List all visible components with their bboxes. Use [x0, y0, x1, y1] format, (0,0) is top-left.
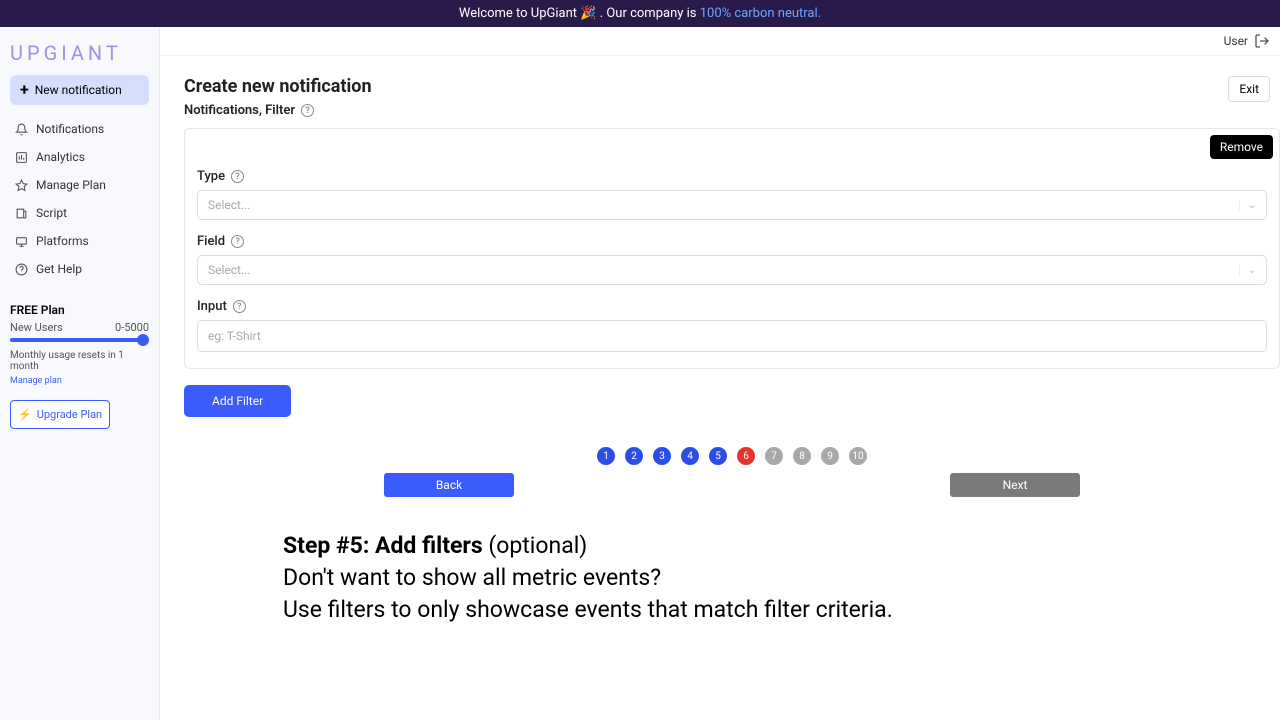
- star-icon: [14, 178, 28, 192]
- plan-metric-range: 0-5000: [115, 321, 149, 334]
- banner-text: Welcome to UpGiant 🎉 . Our company is: [459, 6, 700, 21]
- sidebar-item-label: Analytics: [36, 150, 85, 164]
- step-9[interactable]: 9: [821, 447, 839, 465]
- step-5[interactable]: 5: [709, 447, 727, 465]
- overlay-line2: Don't want to show all metric events?: [283, 562, 893, 594]
- chart-icon: [14, 150, 28, 164]
- subtitle-text: Notifications, Filter: [184, 103, 295, 118]
- plan-metric-label: New Users: [10, 321, 63, 334]
- step-10[interactable]: 10: [849, 447, 867, 465]
- type-label-text: Type: [197, 169, 225, 184]
- next-button[interactable]: Next: [950, 473, 1080, 497]
- exit-button[interactable]: Exit: [1228, 76, 1270, 102]
- user-label: User: [1224, 34, 1248, 48]
- bell-icon: [14, 122, 28, 136]
- help-circle-icon[interactable]: ?: [231, 170, 244, 183]
- plus-icon: +: [20, 82, 29, 98]
- sidebar-item-notifications[interactable]: Notifications: [10, 115, 149, 143]
- manage-plan-link[interactable]: Manage plan: [10, 376, 149, 386]
- logo: UPGIANT: [10, 37, 149, 75]
- help-circle-icon[interactable]: ?: [233, 300, 246, 313]
- remove-button[interactable]: Remove: [1210, 135, 1273, 159]
- script-icon: [14, 206, 28, 220]
- type-label: Type ?: [197, 169, 1267, 184]
- step-indicator: 123456789 10: [184, 447, 1280, 465]
- upgrade-plan-button[interactable]: ⚡ Upgrade Plan: [10, 400, 110, 429]
- page-subtitle: Notifications, Filter ?: [184, 103, 372, 118]
- type-placeholder: Select...: [208, 198, 250, 212]
- plan-title: FREE Plan: [10, 303, 149, 317]
- bolt-icon: ⚡: [18, 408, 32, 421]
- new-notification-button[interactable]: + New notification: [10, 75, 149, 105]
- step-4[interactable]: 4: [681, 447, 699, 465]
- sidebar-item-label: Manage Plan: [36, 178, 106, 192]
- step-6[interactable]: 6: [737, 447, 755, 465]
- chevron-down-icon: ⌄: [1239, 200, 1256, 211]
- input-label-text: Input: [197, 299, 227, 314]
- type-select[interactable]: Select... ⌄: [197, 190, 1267, 220]
- chevron-down-icon: ⌄: [1239, 265, 1256, 276]
- sidebar: UPGIANT + New notification Notifications…: [0, 27, 160, 720]
- step-3[interactable]: 3: [653, 447, 671, 465]
- sidebar-item-manage-plan[interactable]: Manage Plan: [10, 171, 149, 199]
- logout-icon[interactable]: [1254, 33, 1270, 49]
- plan-box: FREE Plan New Users 0-5000 Monthly usage…: [10, 303, 149, 429]
- banner-link[interactable]: 100% carbon neutral.: [700, 6, 821, 21]
- overlay-bold: Step #5: Add filters: [283, 532, 483, 559]
- field-placeholder: Select...: [208, 263, 250, 277]
- sidebar-item-get-help[interactable]: Get Help: [10, 255, 149, 283]
- sidebar-item-script[interactable]: Script: [10, 199, 149, 227]
- overlay-rest: (optional): [483, 532, 588, 559]
- help-icon: [14, 262, 28, 276]
- help-circle-icon[interactable]: ?: [231, 235, 244, 248]
- new-notification-label: New notification: [35, 83, 122, 97]
- field-label: Field ?: [197, 234, 1267, 249]
- field-select[interactable]: Select... ⌄: [197, 255, 1267, 285]
- add-filter-button[interactable]: Add Filter: [184, 385, 291, 417]
- sidebar-item-label: Notifications: [36, 122, 104, 136]
- help-circle-icon[interactable]: ?: [301, 104, 314, 117]
- plan-reset-note: Monthly usage resets in 1 month: [10, 350, 149, 372]
- instruction-overlay: Step #5: Add filters (optional) Don't wa…: [283, 530, 893, 627]
- sidebar-item-analytics[interactable]: Analytics: [10, 143, 149, 171]
- platforms-icon: [14, 234, 28, 248]
- usage-slider[interactable]: [10, 338, 149, 342]
- step-7[interactable]: 7: [765, 447, 783, 465]
- sidebar-item-label: Platforms: [36, 234, 89, 248]
- filter-input[interactable]: [197, 320, 1267, 352]
- step-1[interactable]: 1: [597, 447, 615, 465]
- back-button[interactable]: Back: [384, 473, 514, 497]
- top-banner: Welcome to UpGiant 🎉 . Our company is 10…: [0, 0, 1280, 27]
- sidebar-item-label: Script: [36, 206, 67, 220]
- field-label-text: Field: [197, 234, 225, 249]
- upgrade-label: Upgrade Plan: [37, 408, 102, 421]
- filter-card: Remove Type ? Select... ⌄ Field ?: [184, 128, 1280, 369]
- sidebar-item-label: Get Help: [36, 262, 82, 276]
- overlay-line3: Use filters to only showcase events that…: [283, 594, 893, 626]
- input-label: Input ?: [197, 299, 1267, 314]
- step-8[interactable]: 8: [793, 447, 811, 465]
- page-title: Create new notification: [184, 76, 372, 97]
- slider-thumb[interactable]: [137, 334, 149, 346]
- step-2[interactable]: 2: [625, 447, 643, 465]
- user-bar: User: [160, 27, 1280, 56]
- sidebar-item-platforms[interactable]: Platforms: [10, 227, 149, 255]
